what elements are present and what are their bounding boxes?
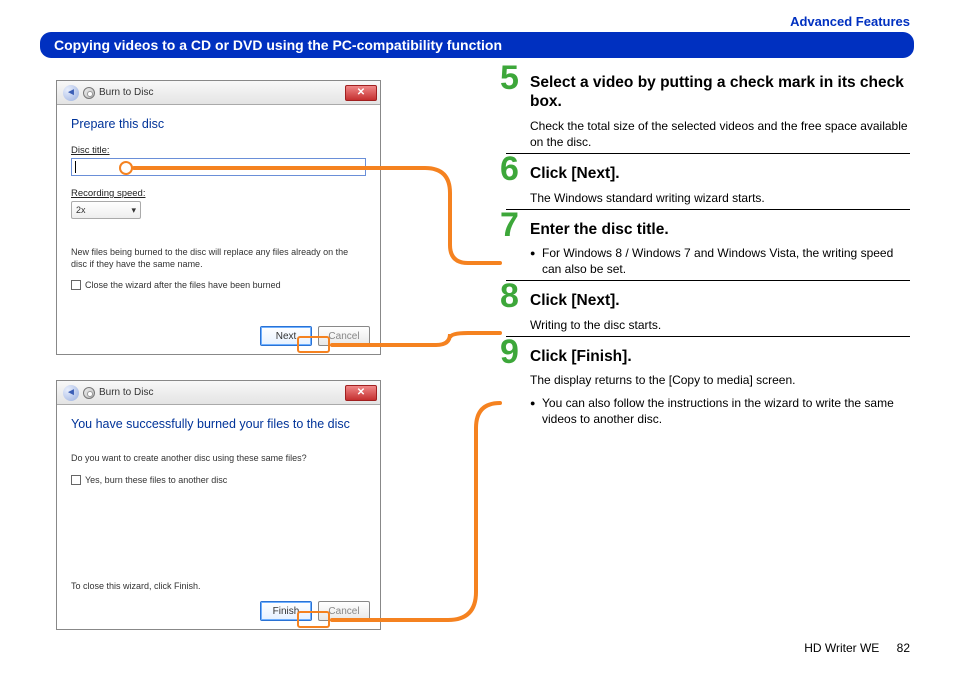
step-7: 7 Enter the disc title. For Windows 8 / … [506,220,910,282]
recording-speed-label: Recording speed: [71,188,145,199]
step-bullets: For Windows 8 / Windows 7 and Windows Vi… [530,245,910,277]
step-number: 8 [500,279,519,313]
speed-value: 2x [76,205,86,215]
step-number: 5 [500,61,519,95]
back-icon: ◄ [63,385,79,401]
burn-another-checkbox[interactable] [71,475,81,485]
callout-marker-title [119,161,133,175]
burn-dialog-finished: ◄ Burn to Disc ✕ You have successfully b… [56,380,381,630]
disc-icon [83,87,95,99]
step-body: The display returns to the [Copy to medi… [530,372,910,388]
step-title: Click [Next]. [530,164,910,183]
step-title: Click [Next]. [530,291,910,310]
step-9: 9 Click [Finish]. The display returns to… [506,347,910,430]
callout-highlight-next [297,336,330,353]
step-number: 9 [500,335,519,369]
page-number: 82 [897,641,910,655]
dialog-titlebar: ◄ Burn to Disc ✕ [57,381,380,405]
recording-speed-select[interactable]: 2x ▾ [71,201,141,219]
step-body: Writing to the disc starts. [530,317,910,333]
bullet: For Windows 8 / Windows 7 and Windows Vi… [530,245,910,277]
step-bullets: You can also follow the instructions in … [530,395,910,427]
close-icon[interactable]: ✕ [345,385,377,401]
chevron-down-icon: ▾ [131,205,136,216]
step-8: 8 Click [Next]. Writing to the disc star… [506,291,910,337]
burn-another-label: Yes, burn these files to another disc [85,475,227,485]
step-title: Click [Finish]. [530,347,910,366]
dialog-heading: You have successfully burned your files … [71,417,366,431]
step-5: 5 Select a video by putting a check mark… [506,73,910,154]
close-icon[interactable]: ✕ [345,85,377,101]
overwrite-note: New files being burned to the disc will … [71,247,366,270]
disc-title-label: Disc title: [71,145,110,156]
close-wizard-note: To close this wizard, click Finish. [71,581,201,593]
steps-container: 5 Select a video by putting a check mark… [506,73,910,440]
burn-dialog-prepare: ◄ Burn to Disc ✕ Prepare this disc Disc … [56,80,381,355]
step-body: The Windows standard writing wizard star… [530,190,910,206]
step-number: 7 [500,208,519,242]
page-title-bar: Copying videos to a CD or DVD using the … [40,32,914,58]
dialog-heading: Prepare this disc [71,117,366,131]
disc-icon [83,387,95,399]
dialog-title: Burn to Disc [99,387,153,398]
step-title: Enter the disc title. [530,220,910,239]
product-name: HD Writer WE [804,641,879,655]
callout-highlight-finish [297,611,330,628]
section-header: Advanced Features [790,14,910,29]
step-title: Select a video by putting a check mark i… [530,73,910,112]
dialog-titlebar: ◄ Burn to Disc ✕ [57,81,380,105]
close-wizard-label: Close the wizard after the files have be… [85,280,281,290]
dialog-title: Burn to Disc [99,87,153,98]
step-6: 6 Click [Next]. The Windows standard wri… [506,164,910,210]
close-wizard-checkbox[interactable] [71,280,81,290]
back-icon: ◄ [63,85,79,101]
step-body: Check the total size of the selected vid… [530,118,910,150]
page-footer: HD Writer WE 82 [804,641,910,655]
step-number: 6 [500,152,519,186]
another-disc-question: Do you want to create another disc using… [71,453,366,465]
disc-title-input[interactable] [71,158,366,176]
bullet: You can also follow the instructions in … [530,395,910,427]
